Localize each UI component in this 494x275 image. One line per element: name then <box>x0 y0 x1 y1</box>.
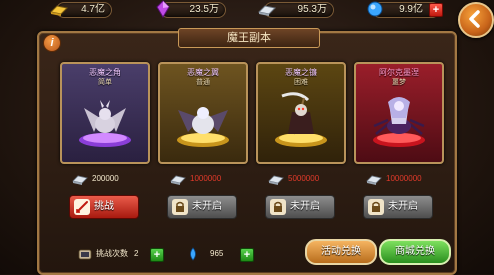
locked-label: 未开启 <box>388 201 418 212</box>
reaper-monster-icon <box>275 92 327 147</box>
chevron-left-icon <box>469 10 480 28</box>
panel-title: 魔王副本 <box>178 28 320 48</box>
lock-icon <box>172 199 188 215</box>
crystal-resource: 23.5万 <box>156 0 226 18</box>
locked-button-4[interactable]: 未开启 <box>363 195 433 219</box>
challenge-label: 挑战 <box>94 201 114 212</box>
lock-icon <box>368 199 384 215</box>
boss-card-3[interactable]: 恶魔之镰 困难 <box>256 62 346 164</box>
cost-value: 1000000 <box>190 174 222 183</box>
boss-name: 阿尔克墨涅 <box>379 68 419 77</box>
activity-exchange-button[interactable]: 活动兑换 <box>305 239 377 265</box>
winged-demon-icon <box>177 107 229 147</box>
ticket-icon <box>78 249 92 260</box>
gold-bar-icon <box>49 5 69 16</box>
attack-icon <box>74 199 90 215</box>
locked-button-3[interactable]: 未开启 <box>265 195 335 219</box>
boss-card-2[interactable]: 恶魔之翼 普通 <box>158 62 248 164</box>
silver-bar-icon <box>366 175 382 185</box>
silver-bar-icon <box>72 175 88 185</box>
locked-label: 未开启 <box>192 201 222 212</box>
add-gem-button[interactable]: + <box>240 248 254 262</box>
gem-count-value: 965 <box>210 249 224 258</box>
boss-difficulty: 困难 <box>294 79 308 86</box>
crystal-value: 23.5万 <box>189 4 219 15</box>
add-diamond-button[interactable]: + <box>429 3 443 17</box>
silver-bar-icon <box>257 5 277 16</box>
locked-button-2[interactable]: 未开启 <box>167 195 237 219</box>
gem-count-group: 965 + <box>186 247 256 262</box>
gold-resource: 4.7亿 <box>49 2 112 18</box>
back-button[interactable] <box>458 2 494 38</box>
add-challenge-button[interactable]: + <box>150 248 164 262</box>
boss-name: 恶魔之角 <box>89 68 121 77</box>
info-button[interactable]: i <box>43 34 61 52</box>
silver-value: 95.3万 <box>297 4 327 15</box>
boss-difficulty: 简单 <box>98 79 112 86</box>
boss-name: 恶魔之翼 <box>187 68 219 77</box>
spider-queen-icon <box>373 97 425 147</box>
challenge-button[interactable]: 挑战 <box>69 195 139 219</box>
boss-card-1[interactable]: 恶魔之角 简单 <box>60 62 150 164</box>
boss-difficulty: 普通 <box>196 79 210 86</box>
purple-crystal-icon <box>156 0 170 18</box>
cost-value: 5000000 <box>288 174 320 183</box>
challenge-count-group: 挑战次数 2 + <box>78 247 168 262</box>
blue-gem-icon <box>190 247 196 261</box>
resource-bar: 4.7亿 23.5万 95.3万 9.9亿 + <box>0 0 494 38</box>
diamond-value: 9.9亿 <box>399 4 423 15</box>
boss-name: 恶魔之镰 <box>285 68 317 77</box>
boss-card-4[interactable]: 阿尔克墨涅 噩梦 <box>354 62 444 164</box>
blue-diamond-icon <box>367 1 383 17</box>
silver-resource: 95.3万 <box>257 2 334 18</box>
silver-bar-icon <box>268 175 284 185</box>
lock-icon <box>270 199 286 215</box>
silver-bar-icon <box>170 175 186 185</box>
locked-label: 未开启 <box>290 201 320 212</box>
challenge-count-label: 挑战次数 <box>96 249 128 258</box>
dragon-monster-icon <box>79 100 131 147</box>
boss-difficulty: 噩梦 <box>392 79 406 86</box>
cost-value: 200000 <box>92 174 119 183</box>
shop-exchange-button[interactable]: 商城兑换 <box>379 239 451 265</box>
cost-value: 10000000 <box>386 174 422 183</box>
diamond-resource: 9.9亿 + <box>367 1 443 18</box>
gold-value: 4.7亿 <box>81 4 105 15</box>
challenge-count-value: 2 <box>134 249 139 258</box>
